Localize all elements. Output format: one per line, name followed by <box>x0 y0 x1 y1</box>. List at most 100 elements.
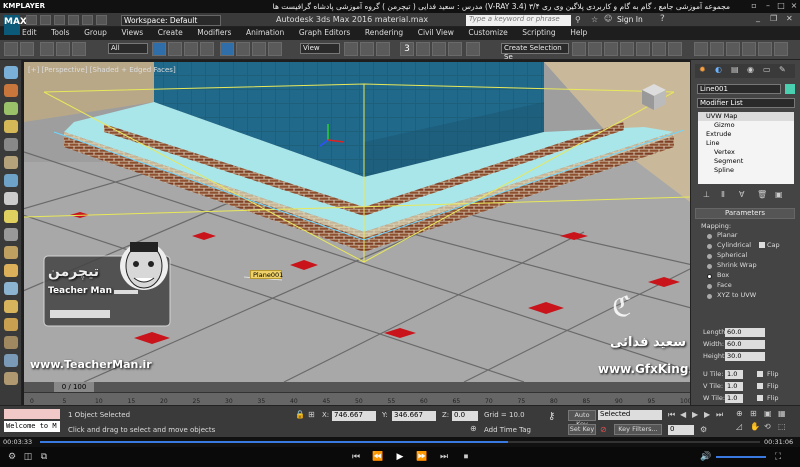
object-color-swatch[interactable] <box>785 84 795 94</box>
vtile-input[interactable]: 1.0 <box>725 382 743 391</box>
link-icon[interactable] <box>40 42 54 56</box>
app-logo-button[interactable]: MAX <box>4 15 27 35</box>
time-slider[interactable]: 0 / 100 <box>24 382 690 392</box>
utile-flip-checkbox[interactable] <box>757 371 763 377</box>
stack-item-line[interactable]: Line <box>698 139 794 148</box>
render-button[interactable] <box>710 42 724 56</box>
stack-item-spline[interactable]: Spline <box>698 166 794 175</box>
hedra-primitive-icon[interactable] <box>4 372 18 385</box>
make-unique-icon[interactable]: ∀ <box>739 190 744 199</box>
camera-icon[interactable] <box>4 228 18 241</box>
close-icon[interactable]: × <box>788 1 800 12</box>
graphite-ribbon-button[interactable] <box>620 42 634 56</box>
pan-icon[interactable]: ✋ <box>750 422 760 431</box>
utile-input[interactable]: 1.0 <box>725 370 743 379</box>
viewport-label[interactable]: [+] [Perspective] [Shaded + Edged Faces] <box>28 66 176 74</box>
menu-views[interactable]: Views <box>122 28 144 37</box>
key-icon[interactable]: ⚷ <box>548 411 555 422</box>
torus-primitive-icon[interactable] <box>4 156 18 169</box>
stack-item-uvw-map[interactable]: UVW Map <box>698 112 794 121</box>
rect-selection-button[interactable] <box>184 42 198 56</box>
zoom-extents-icon[interactable]: ▣ <box>764 409 772 418</box>
light-icon[interactable] <box>4 210 18 223</box>
radio-spherical[interactable] <box>707 254 712 259</box>
mirror-button[interactable] <box>572 42 586 56</box>
modify-tab-icon[interactable]: ◐ <box>715 65 722 74</box>
help-icon[interactable]: ? <box>660 14 665 24</box>
user-icon[interactable]: ☺ <box>604 14 612 23</box>
minimize-icon[interactable]: – <box>762 1 774 12</box>
auto-key-button[interactable]: Auto Key <box>568 410 596 428</box>
fov-icon[interactable]: ◿ <box>736 422 742 431</box>
stack-item-vertex[interactable]: Vertex <box>698 148 794 157</box>
bind-spacewarp-icon[interactable] <box>72 42 86 56</box>
time-config-icon[interactable]: ⚙ <box>700 425 707 434</box>
zoom-icon[interactable]: ⊕ <box>736 409 743 418</box>
app-close-icon[interactable]: ✕ <box>786 14 793 23</box>
x-coordinate-field[interactable]: 746.667 <box>332 411 376 421</box>
menu-graph-editors[interactable]: Graph Editors <box>299 28 351 37</box>
cap-checkbox[interactable] <box>759 242 765 248</box>
player-settings-icon[interactable]: ⚙ <box>6 452 18 462</box>
search-input[interactable]: Type a keyword or phrase <box>466 15 571 26</box>
display-tab-icon[interactable]: ▭ <box>763 65 771 74</box>
absolute-mode-icon[interactable]: ⊞ <box>308 410 315 419</box>
angle-snap-button[interactable] <box>416 42 430 56</box>
player-forward-icon[interactable]: ⏩ <box>416 452 428 462</box>
binoculars-icon[interactable]: ⚲ <box>575 15 581 24</box>
utilities-tab-icon[interactable]: ✎ <box>779 65 786 74</box>
menu-rendering[interactable]: Rendering <box>365 28 403 37</box>
reference-coord-select[interactable]: View <box>300 43 340 54</box>
new-icon[interactable] <box>26 15 37 25</box>
maxscript-mini-listener[interactable]: Welcome to M <box>4 421 60 432</box>
select-move-button[interactable] <box>220 42 234 56</box>
width-input[interactable]: 60.0 <box>725 340 765 349</box>
stack-item-segment[interactable]: Segment <box>698 157 794 166</box>
zoom-all-icon[interactable]: ⊞ <box>750 409 757 418</box>
geosphere-primitive-icon[interactable] <box>4 336 18 349</box>
manipulate-button[interactable] <box>360 42 374 56</box>
select-scale-button[interactable] <box>252 42 266 56</box>
height-input[interactable]: 30.0 <box>725 352 765 361</box>
menu-edit[interactable]: Edit <box>22 28 37 37</box>
play-icon[interactable]: ▶ <box>692 410 698 419</box>
unlink-icon[interactable] <box>56 42 70 56</box>
add-time-tag-button[interactable]: Add Time Tag <box>484 426 531 434</box>
workspace-select[interactable]: Workspace: Default <box>121 15 221 26</box>
sphere-primitive-icon[interactable] <box>4 120 18 133</box>
menu-modifiers[interactable]: Modifiers <box>197 28 231 37</box>
object-name-field[interactable]: Line001 <box>697 84 781 94</box>
volume-slider[interactable] <box>716 456 766 458</box>
zoom-extents-all-icon[interactable]: ▦ <box>778 409 786 418</box>
wtile-flip-checkbox[interactable] <box>757 395 763 401</box>
menu-help[interactable]: Help <box>570 28 587 37</box>
radio-shrink-wrap[interactable] <box>707 264 712 269</box>
player-prev-icon[interactable]: ⏮ <box>350 452 362 462</box>
stack-item-extrude[interactable]: Extrude <box>698 130 794 139</box>
helper-icon[interactable] <box>4 246 18 259</box>
menu-customize[interactable]: Customize <box>468 28 507 37</box>
menu-animation[interactable]: Animation <box>246 28 284 37</box>
radio-cylindrical[interactable] <box>707 244 712 249</box>
select-rotate-button[interactable] <box>236 42 250 56</box>
player-3d-icon[interactable]: ◫ <box>22 452 34 462</box>
window-crossing-button[interactable] <box>200 42 214 56</box>
remove-modifier-icon[interactable]: 🗑 <box>757 190 767 199</box>
percent-snap-button[interactable] <box>432 42 446 56</box>
snaps-toggle[interactable]: 3 <box>400 42 414 56</box>
radio-xyz-to-uvw[interactable] <box>707 294 712 299</box>
maxscript-listener-top[interactable] <box>4 409 60 419</box>
maximize-viewport-icon[interactable]: ⬚ <box>778 422 786 431</box>
select-object-button[interactable] <box>152 42 166 56</box>
pin-icon[interactable]: ▫ <box>748 1 760 12</box>
open-icon[interactable] <box>40 15 51 25</box>
menu-scripting[interactable]: Scripting <box>522 28 555 37</box>
curve-editor-button[interactable] <box>636 42 650 56</box>
align-button[interactable] <box>588 42 602 56</box>
vray-settings-button[interactable] <box>774 42 788 56</box>
select-place-button[interactable] <box>268 42 282 56</box>
z-coordinate-field[interactable]: 0.0 <box>452 411 478 421</box>
create-shapes-icon[interactable] <box>4 84 18 97</box>
selection-filter-select[interactable]: All <box>108 43 148 54</box>
sign-in-link[interactable]: Sign In <box>617 15 643 24</box>
